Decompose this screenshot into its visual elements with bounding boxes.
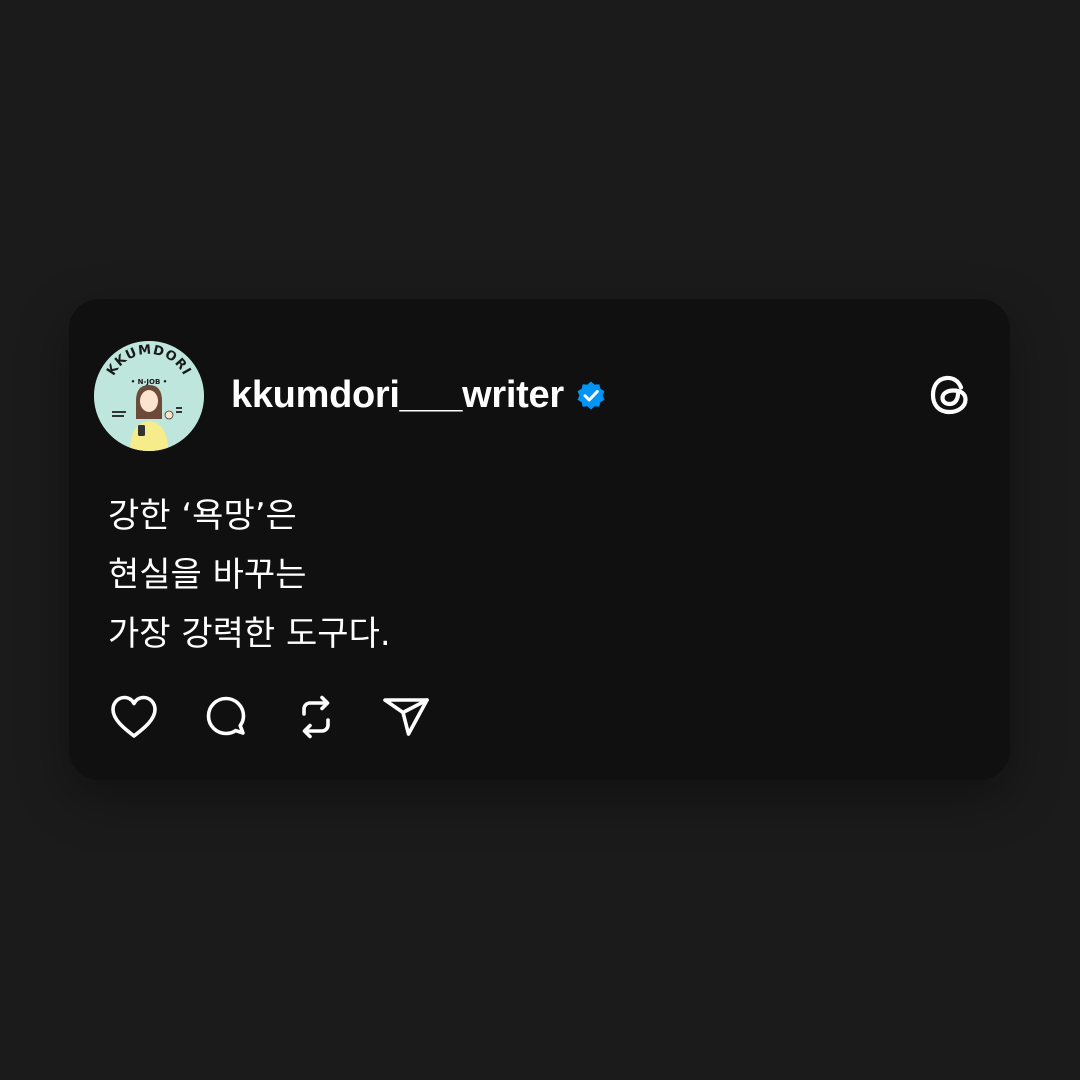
comment-bubble-icon — [206, 696, 246, 736]
threads-logo-icon[interactable] — [924, 369, 976, 421]
comment-button[interactable] — [199, 692, 253, 742]
repost-button[interactable] — [289, 692, 343, 742]
post-line-1: 강한 ‘욕망’은 — [108, 496, 297, 536]
username[interactable]: kkumdori___writer — [231, 373, 564, 417]
page: KKUMDORI • N-JOB • kkumdori___writer 강한 … — [0, 0, 1080, 1080]
post-line-3: 가장 강력한 도구다. — [108, 614, 391, 654]
heart-icon — [111, 695, 157, 738]
repost-icon — [302, 695, 330, 739]
avatar-subtitle: • N-JOB • — [131, 378, 167, 386]
avatar[interactable]: KKUMDORI • N-JOB • — [94, 341, 204, 451]
share-button[interactable] — [379, 692, 433, 742]
post-text: 강한 ‘욕망’은 현실을 바꾸는 가장 강력한 도구다. — [108, 487, 391, 664]
verified-badge-icon — [577, 381, 605, 410]
threads-post-card: KKUMDORI • N-JOB • kkumdori___writer 강한 … — [69, 299, 1010, 780]
like-button[interactable] — [107, 692, 161, 742]
send-icon — [383, 698, 429, 736]
post-line-2: 현실을 바꾸는 — [108, 555, 307, 595]
avatar-illustration: KKUMDORI • N-JOB • — [94, 341, 204, 451]
